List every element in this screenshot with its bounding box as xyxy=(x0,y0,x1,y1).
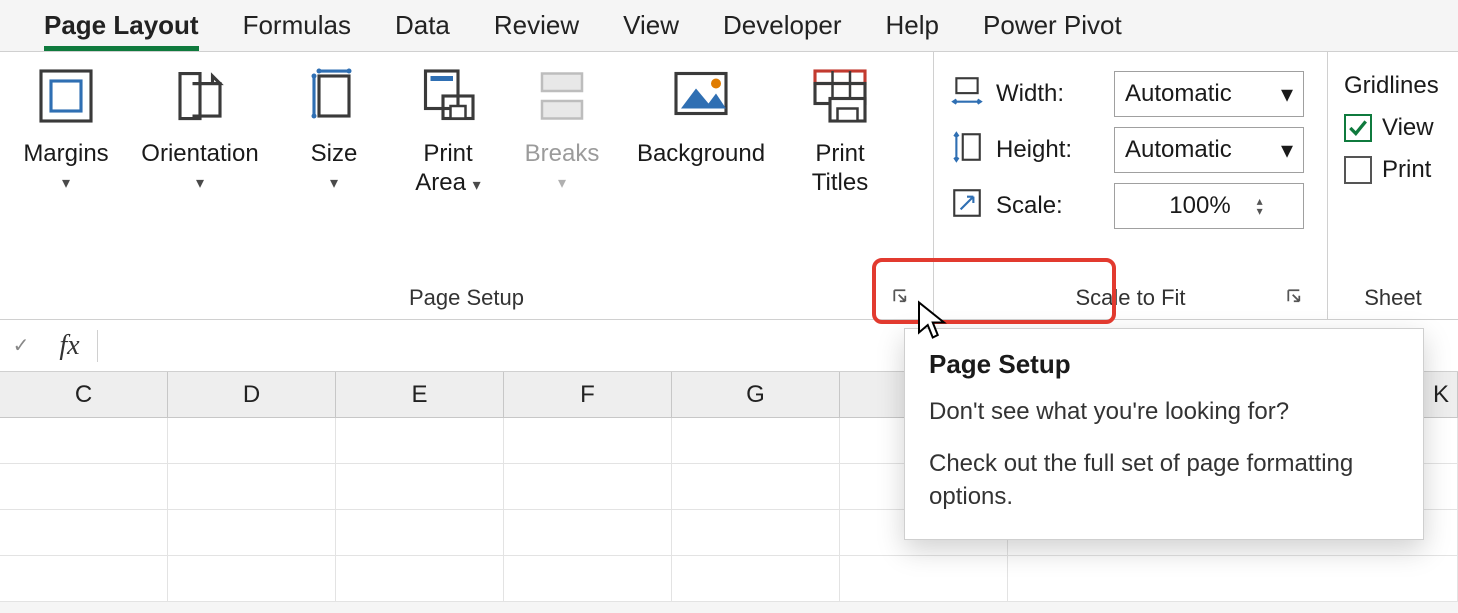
checkbox-unchecked-icon xyxy=(1344,156,1372,184)
margins-button[interactable]: Margins ▾ xyxy=(16,66,116,193)
chevron-down-icon: ▾ xyxy=(473,177,481,194)
view-checkbox[interactable]: View xyxy=(1344,114,1442,142)
page-setup-launcher[interactable] xyxy=(891,287,913,309)
group-sheet-options: Gridlines View Print Sheet xyxy=(1328,52,1458,319)
background-icon xyxy=(671,66,731,126)
size-icon xyxy=(304,66,364,126)
tab-page-layout[interactable]: Page Layout xyxy=(44,10,199,51)
margins-icon xyxy=(36,66,96,126)
scale-to-fit-launcher[interactable] xyxy=(1285,287,1307,309)
tab-power-pivot[interactable]: Power Pivot xyxy=(983,10,1122,51)
orientation-button[interactable]: Orientation ▾ xyxy=(130,66,270,193)
ribbon-tabs: Page Layout Formulas Data Review View De… xyxy=(0,0,1458,52)
size-button[interactable]: Size ▾ xyxy=(284,66,384,193)
print-titles-label-1: Print xyxy=(815,140,864,169)
print-area-icon xyxy=(418,66,478,126)
tab-view[interactable]: View xyxy=(623,10,679,51)
group-title-page-setup: Page Setup xyxy=(16,285,917,311)
group-title-sheet: Sheet xyxy=(1344,285,1442,311)
print-titles-button[interactable]: Print Titles xyxy=(790,66,890,198)
column-header[interactable]: F xyxy=(504,372,672,417)
checkbox-checked-icon xyxy=(1344,114,1372,142)
spinner-arrows-icon[interactable]: ▴▾ xyxy=(1257,196,1263,216)
size-label: Size xyxy=(311,140,358,169)
tab-formulas[interactable]: Formulas xyxy=(243,10,351,51)
height-icon xyxy=(950,130,988,171)
chevron-down-icon: ▾ xyxy=(1281,136,1293,165)
tooltip-page-setup: Page Setup Don't see what you're looking… xyxy=(904,328,1424,540)
fx-label[interactable]: fx xyxy=(42,330,98,362)
tab-developer[interactable]: Developer xyxy=(723,10,842,51)
tab-data[interactable]: Data xyxy=(395,10,450,51)
orientation-label: Orientation xyxy=(141,140,258,169)
print-titles-icon xyxy=(810,66,870,126)
margins-label: Margins xyxy=(23,140,108,169)
group-scale-to-fit: Width: Automatic▾ Height: Automatic▾ Sca… xyxy=(934,52,1328,319)
tab-help[interactable]: Help xyxy=(886,10,939,51)
width-label: Width: xyxy=(996,80,1106,108)
breaks-label: Breaks xyxy=(525,140,600,169)
group-page-setup: Margins ▾ Orientation ▾ Size ▾ xyxy=(0,52,934,319)
tooltip-line-1: Don't see what you're looking for? xyxy=(929,396,1399,428)
breaks-button[interactable]: Breaks ▾ xyxy=(512,66,612,193)
gridlines-heading: Gridlines xyxy=(1344,72,1442,100)
tab-review[interactable]: Review xyxy=(494,10,579,51)
scale-label: Scale: xyxy=(996,192,1106,220)
column-header[interactable]: C xyxy=(0,372,168,417)
print-area-label-1: Print xyxy=(423,140,472,169)
tooltip-title: Page Setup xyxy=(929,349,1399,380)
print-area-button[interactable]: Print Area ▾ xyxy=(398,66,498,198)
background-label: Background xyxy=(637,140,765,169)
chevron-down-icon: ▾ xyxy=(1281,80,1293,109)
column-header[interactable]: G xyxy=(672,372,840,417)
orientation-icon xyxy=(170,66,230,126)
chevron-down-icon: ▾ xyxy=(62,173,70,193)
scale-icon xyxy=(950,186,988,227)
column-header[interactable]: E xyxy=(336,372,504,417)
print-checkbox[interactable]: Print xyxy=(1344,156,1442,184)
confirm-icon[interactable]: ✓ xyxy=(0,333,42,358)
ribbon: Margins ▾ Orientation ▾ Size ▾ xyxy=(0,52,1458,320)
print-titles-label-2: Titles xyxy=(812,169,868,198)
scale-spinner[interactable]: 100% ▴▾ xyxy=(1114,183,1304,229)
width-dropdown[interactable]: Automatic▾ xyxy=(1114,71,1304,117)
breaks-icon xyxy=(532,66,592,126)
width-icon xyxy=(950,74,988,115)
chevron-down-icon: ▾ xyxy=(330,173,338,193)
height-label: Height: xyxy=(996,136,1106,164)
column-header[interactable]: D xyxy=(168,372,336,417)
chevron-down-icon: ▾ xyxy=(558,173,566,193)
tooltip-line-2: Check out the full set of page formattin… xyxy=(929,448,1399,513)
height-dropdown[interactable]: Automatic▾ xyxy=(1114,127,1304,173)
group-title-scale-to-fit: Scale to Fit xyxy=(950,285,1311,311)
chevron-down-icon: ▾ xyxy=(196,173,204,193)
background-button[interactable]: Background xyxy=(626,66,776,169)
